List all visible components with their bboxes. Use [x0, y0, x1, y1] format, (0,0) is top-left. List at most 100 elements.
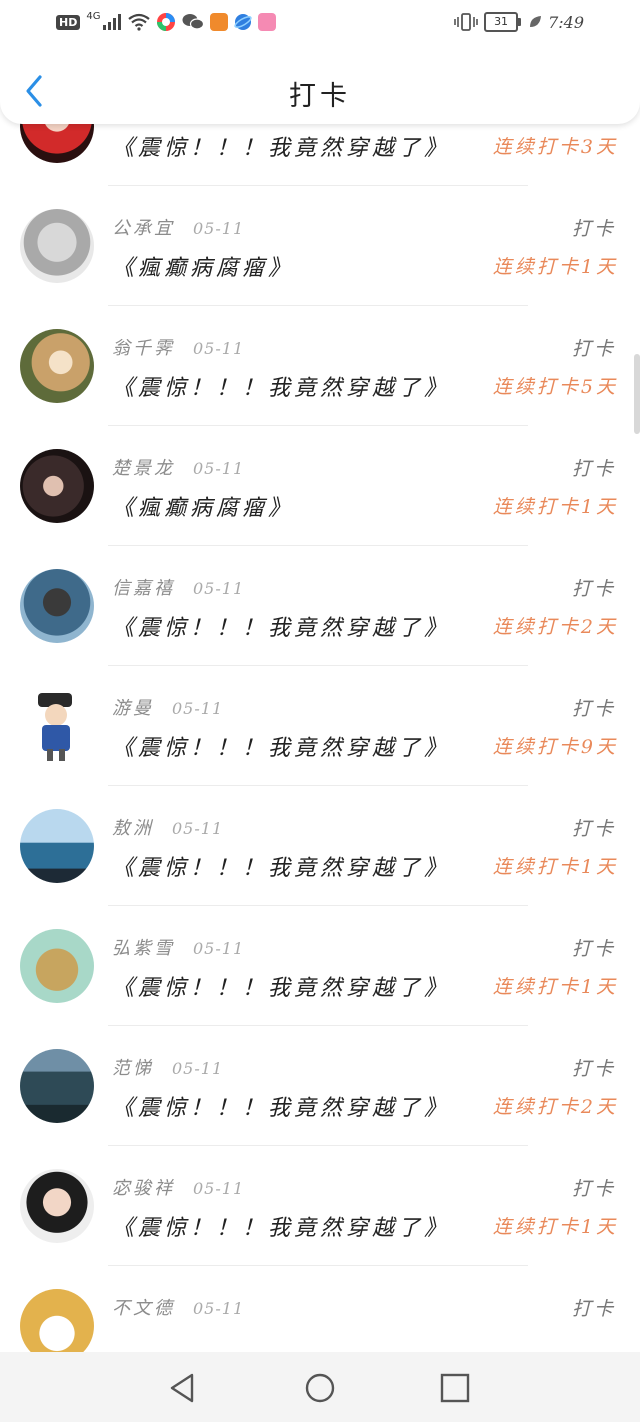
checkin-label: 打卡 — [571, 698, 616, 720]
recents-nav-icon[interactable] — [437, 1370, 473, 1406]
checkin-date: 05-11 — [193, 1179, 245, 1198]
book-title: 《震惊！！！我竟然穿越了》 — [112, 1096, 451, 1121]
checkin-date: 05-11 — [193, 939, 245, 958]
book-title: 《瘋癫病腐瘤》 — [112, 496, 295, 521]
status-bar: HD 4G 31 7:49 — [0, 0, 640, 44]
checkin-label: 打卡 — [571, 938, 616, 960]
streak-label: 连续打卡1天 — [492, 496, 618, 518]
user-name-text: 敖洲 — [112, 818, 154, 839]
streak-label: 连续打卡1天 — [492, 976, 618, 998]
checkin-label: 打卡 — [571, 1178, 616, 1200]
checkin-list-item[interactable]: 敖洲 05-11 《震惊！！！我竟然穿越了》 打卡连续打卡1天 — [0, 786, 640, 906]
user-avatar[interactable] — [20, 809, 94, 883]
user-name-text: 弘紫雪 — [112, 938, 175, 959]
scrollbar[interactable] — [634, 354, 640, 434]
user-name: 翁千霁 05-11 — [112, 334, 244, 360]
book-title: 《震惊！！！我竟然穿越了》 — [112, 1216, 451, 1241]
pink-app-icon — [258, 13, 277, 31]
user-avatar[interactable] — [20, 1169, 94, 1243]
user-name: 宓骏祥 05-11 — [112, 1174, 244, 1200]
network-type: 4G — [86, 10, 101, 22]
user-avatar[interactable] — [20, 929, 94, 1003]
user-name: 游曼 05-11 — [112, 694, 223, 720]
user-name-text: 范悌 — [112, 1058, 154, 1079]
checkin-date: 05-11 — [193, 459, 245, 478]
user-name-text: 楚景龙 — [112, 458, 175, 479]
book-title: 《震惊！！！我竟然穿越了》 — [112, 976, 451, 1001]
home-nav-icon[interactable] — [302, 1370, 338, 1406]
battery-icon: 31 — [484, 12, 522, 32]
streak-label: 连续打卡9天 — [492, 736, 618, 758]
signal-icon — [103, 14, 122, 30]
checkin-list-item[interactable]: 公承宜 05-11 《瘋癫病腐瘤》 打卡连续打卡1天 — [0, 186, 640, 306]
user-name-text: 公承宜 — [112, 218, 175, 239]
page-title: 打卡 — [289, 81, 351, 112]
checkin-date: 05-11 — [172, 1059, 224, 1078]
streak-label: 连续打卡1天 — [492, 1216, 618, 1238]
user-name: 弘紫雪 05-11 — [112, 934, 244, 960]
checkin-list-item[interactable]: 游曼 05-11 《震惊！！！我竟然穿越了》 打卡连续打卡9天 — [0, 666, 640, 786]
checkin-date: 05-11 — [172, 819, 224, 838]
back-nav-icon[interactable] — [165, 1370, 201, 1406]
leaf-icon — [530, 16, 542, 27]
user-name: 不文德 05-11 — [112, 1294, 244, 1320]
checkin-label: 打卡 — [571, 818, 616, 840]
user-name: 范悌 05-11 — [112, 1054, 223, 1080]
book-title: 《震惊！！！我竟然穿越了》 — [112, 376, 451, 401]
checkin-list-item[interactable]: 信嘉禧 05-11 《震惊！！！我竟然穿越了》 打卡连续打卡2天 — [0, 546, 640, 666]
user-name-text: 游曼 — [112, 698, 154, 719]
checkin-list-item[interactable]: 翁千霁 05-11 《震惊！！！我竟然穿越了》 打卡连续打卡5天 — [0, 306, 640, 426]
video-app-icon — [210, 13, 229, 31]
user-avatar[interactable] — [20, 209, 94, 283]
wifi-icon — [128, 13, 151, 31]
checkin-label: 打卡 — [571, 1058, 616, 1080]
book-title: 《瘋癫病腐瘤》 — [112, 256, 295, 281]
clock: 7:49 — [548, 12, 584, 32]
book-title: 《震惊！！！我竟然穿越了》 — [112, 856, 451, 881]
user-avatar[interactable] — [20, 689, 94, 763]
checkin-date: 05-11 — [193, 1299, 245, 1318]
checkin-label: 打卡 — [571, 1298, 616, 1320]
streak-label: 连续打卡2天 — [492, 1096, 618, 1118]
streak-label: 连续打卡5天 — [492, 376, 618, 398]
user-avatar[interactable] — [20, 329, 94, 403]
checkin-list-item[interactable]: 范悌 05-11 《震惊！！！我竟然穿越了》 打卡连续打卡2天 — [0, 1026, 640, 1146]
hd-badge: HD — [56, 14, 81, 30]
user-name: 楚景龙 05-11 — [112, 454, 244, 480]
book-title: 《震惊！！！我竟然穿越了》 — [112, 136, 451, 161]
streak-label: 连续打卡1天 — [492, 856, 618, 878]
wechat-icon — [182, 14, 205, 30]
checkin-label: 打卡 — [571, 578, 616, 600]
user-name-text: 宓骏祥 — [112, 1178, 175, 1199]
status-right: 31 7:49 — [454, 10, 584, 34]
checkin-list-item[interactable]: 楚景龙 05-11 《瘋癫病腐瘤》 打卡连续打卡1天 — [0, 426, 640, 546]
browser-icon — [234, 14, 253, 30]
user-name: 公承宜 05-11 — [112, 214, 244, 240]
checkin-list-item[interactable]: 弘紫雪 05-11 《震惊！！！我竟然穿越了》 打卡连续打卡1天 — [0, 906, 640, 1026]
user-name: 信嘉禧 05-11 — [112, 574, 244, 600]
book-title: 《震惊！！！我竟然穿越了》 — [112, 616, 451, 641]
status-left: HD 4G — [56, 10, 277, 34]
checkin-date: 05-11 — [172, 699, 224, 718]
checkin-label: 打卡 — [571, 338, 616, 360]
checkin-date: 05-11 — [193, 339, 245, 358]
app-notify-icon — [157, 13, 176, 31]
system-nav-bar — [0, 1352, 640, 1422]
vibrate-icon — [454, 13, 478, 31]
checkin-label: 打卡 — [571, 218, 616, 240]
book-title: 《震惊！！！我竟然穿越了》 — [112, 736, 451, 761]
streak-label: 连续打卡2天 — [492, 616, 618, 638]
checkin-date: 05-11 — [193, 579, 245, 598]
checkin-list-item[interactable]: 宓骏祥 05-11 《震惊！！！我竟然穿越了》 打卡连续打卡1天 — [0, 1146, 640, 1266]
checkin-label: 打卡 — [571, 458, 616, 480]
user-avatar[interactable] — [20, 569, 94, 643]
checkin-date: 05-11 — [193, 219, 245, 238]
user-name-text: 不文德 — [112, 1298, 175, 1319]
user-avatar[interactable] — [20, 1049, 94, 1123]
user-avatar[interactable] — [20, 449, 94, 523]
streak-label: 连续打卡3天 — [492, 136, 618, 158]
user-name: 敖洲 05-11 — [112, 814, 223, 840]
streak-label: 连续打卡1天 — [492, 256, 618, 278]
user-name-text: 信嘉禧 — [112, 578, 175, 599]
user-name-text: 翁千霁 — [112, 338, 175, 359]
